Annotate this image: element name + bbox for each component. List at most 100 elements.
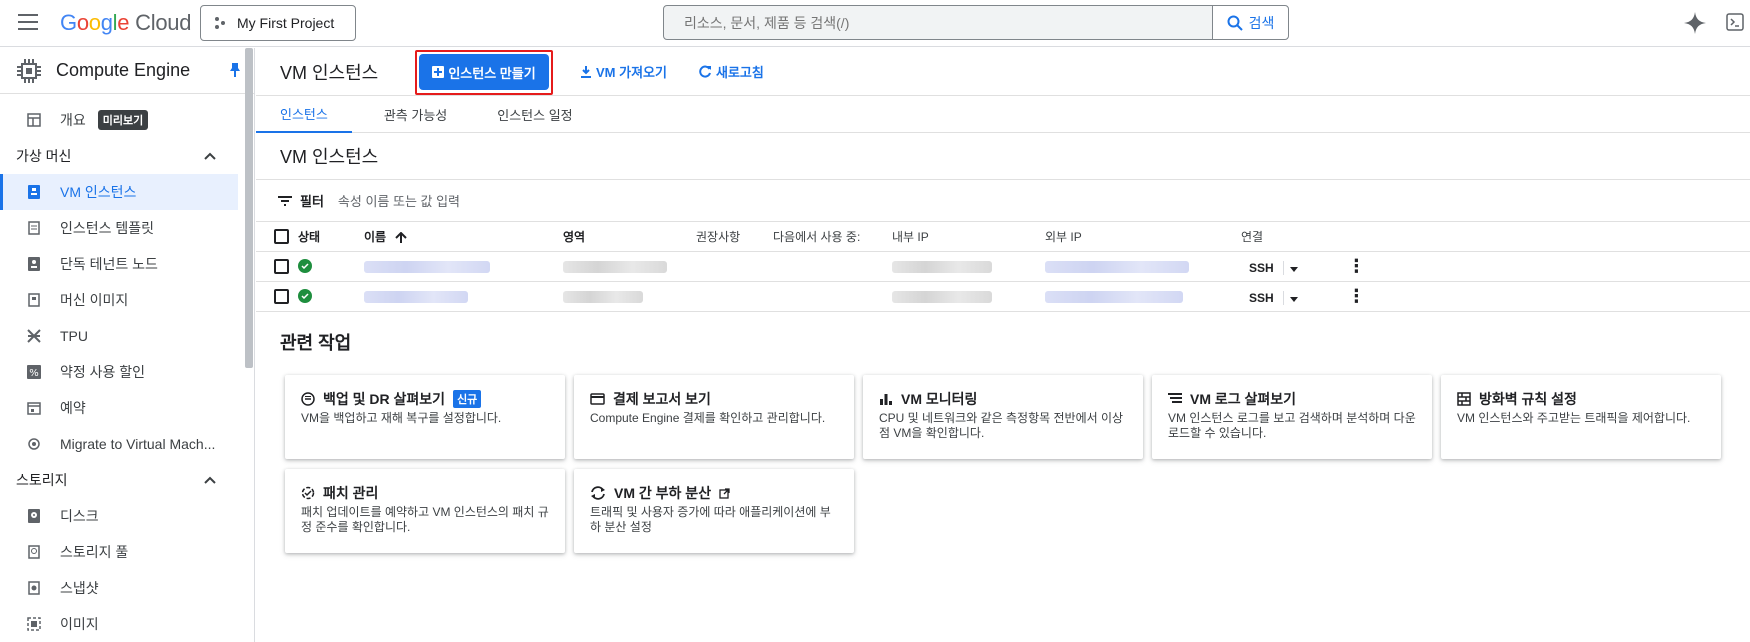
tab-observability[interactable]: 관측 가능성 bbox=[352, 96, 471, 133]
column-name[interactable]: 이름 bbox=[364, 222, 563, 252]
project-name: My First Project bbox=[237, 15, 335, 31]
column-connect[interactable]: 연결 bbox=[1241, 222, 1750, 252]
related-actions-title: 관련 작업 bbox=[280, 333, 352, 353]
project-selector[interactable]: My First Project bbox=[200, 5, 356, 41]
filter-label: 필터 bbox=[300, 194, 324, 209]
import-vm-button[interactable]: VM 가져오기 bbox=[580, 62, 667, 81]
sidebar-item-storage-pools[interactable]: 스토리지 풀 bbox=[0, 534, 238, 570]
filter-input[interactable]: 속성 이름 또는 값 입력 bbox=[338, 191, 460, 210]
sidebar-section-storage[interactable]: 스토리지 bbox=[0, 462, 238, 498]
dropdown-arrow-icon bbox=[1290, 296, 1299, 302]
sidebar-item-images[interactable]: 이미지 bbox=[0, 606, 238, 642]
more-actions-icon[interactable]: ⋮ bbox=[1347, 256, 1365, 276]
bar-chart-icon bbox=[880, 394, 892, 405]
search-input[interactable] bbox=[664, 6, 1212, 39]
tpu-icon bbox=[26, 328, 42, 344]
refresh-icon bbox=[699, 65, 711, 77]
sidebar-item-instance-templates[interactable]: 인스턴스 템플릿 bbox=[0, 210, 238, 246]
card-description: 패치 업데이트를 예약하고 VM 인스턴스의 패치 규정 준수를 확인합니다. bbox=[301, 505, 549, 534]
gemini-icon[interactable] bbox=[1683, 11, 1707, 35]
chevron-up-icon bbox=[204, 152, 216, 160]
column-in-use-by[interactable]: 다음에서 사용 중: bbox=[773, 222, 892, 252]
table-row: SSH ⋮ bbox=[256, 251, 1750, 282]
card-title: VM 간 부하 분산 bbox=[614, 485, 712, 501]
tab-instance-schedules[interactable]: 인스턴스 일정 bbox=[471, 96, 596, 133]
running-status-icon bbox=[298, 259, 312, 274]
sidebar-item-label: 이미지 bbox=[60, 616, 99, 632]
sidebar-item-label: 예약 bbox=[60, 400, 86, 416]
logs-icon bbox=[1168, 393, 1182, 403]
sidebar-item-tpu[interactable]: TPU bbox=[0, 318, 238, 354]
row-checkbox[interactable] bbox=[274, 258, 289, 274]
ssh-button[interactable]: SSH bbox=[1249, 291, 1274, 305]
external-ip-redacted[interactable] bbox=[1045, 290, 1183, 303]
row-checkbox[interactable] bbox=[274, 288, 289, 304]
sidebar-item-label: Migrate to Virtual Mach... bbox=[60, 436, 216, 452]
column-external-ip[interactable]: 외부 IP bbox=[1045, 222, 1241, 252]
sidebar-header: Compute Engine bbox=[0, 48, 254, 94]
column-recommendations[interactable]: 권장사항 bbox=[696, 222, 773, 252]
column-internal-ip[interactable]: 내부 IP bbox=[892, 222, 1045, 252]
import-vm-label: VM 가져오기 bbox=[596, 65, 667, 80]
card-load-balancing[interactable]: VM 간 부하 분산 트래픽 및 사용자 증가에 따라 애플리케이션에 부하 분… bbox=[574, 469, 854, 553]
card-billing-report[interactable]: 결제 보고서 보기 Compute Engine 결제를 확인하고 관리합니다. bbox=[574, 375, 854, 459]
google-cloud-logo[interactable]: Google Cloud bbox=[60, 10, 191, 36]
create-instance-button[interactable]: 인스턴스 만들기 bbox=[419, 54, 549, 90]
filter-bar[interactable]: 필터 속성 이름 또는 값 입력 bbox=[256, 180, 1750, 222]
filter-icon bbox=[278, 195, 292, 206]
tab-instances[interactable]: 인스턴스 bbox=[256, 96, 352, 133]
card-title: VM 로그 살펴보기 bbox=[1190, 391, 1297, 407]
external-ip-redacted[interactable] bbox=[1045, 260, 1189, 273]
create-instance-label: 인스턴스 만들기 bbox=[448, 65, 536, 81]
sidebar-item-label: 인스턴스 템플릿 bbox=[60, 220, 155, 236]
main-content: VM 인스턴스 인스턴스 만들기 VM 가져오기 새로고침 인스턴스 관측 가능… bbox=[256, 48, 1750, 642]
column-zone[interactable]: 영역 bbox=[563, 222, 696, 252]
cloud-shell-icon[interactable] bbox=[1726, 13, 1744, 31]
patch-icon bbox=[301, 486, 315, 500]
ssh-dropdown[interactable] bbox=[1283, 290, 1299, 305]
ssh-button[interactable]: SSH bbox=[1249, 261, 1274, 275]
pin-icon[interactable] bbox=[228, 62, 242, 78]
column-status[interactable]: 상태 bbox=[298, 222, 364, 252]
sidebar-item-snapshots[interactable]: 스냅샷 bbox=[0, 570, 238, 606]
open-in-new-icon bbox=[719, 487, 730, 499]
dashboard-icon bbox=[26, 112, 42, 128]
logo-google-text: Google bbox=[60, 10, 130, 35]
sidebar-section-vm[interactable]: 가상 머신 bbox=[0, 138, 238, 174]
internal-ip-redacted bbox=[892, 290, 992, 303]
card-backup-dr[interactable]: 백업 및 DR 살펴보기 신규 VM을 백업하고 재해 복구를 설정합니다. bbox=[285, 375, 565, 459]
sidebar-item-label: VM 인스턴스 bbox=[60, 184, 137, 200]
svg-text:%: % bbox=[29, 368, 39, 379]
sidebar: Compute Engine 개요 미리보기 가상 머신 VM 인스턴스 인스턴… bbox=[0, 48, 255, 642]
sidebar-scrollbar[interactable] bbox=[245, 48, 253, 368]
instance-name-redacted[interactable] bbox=[364, 290, 468, 303]
section-label: 스토리지 bbox=[16, 472, 68, 488]
sidebar-item-vm-instances[interactable]: VM 인스턴스 bbox=[0, 174, 238, 210]
instance-name-redacted[interactable] bbox=[364, 260, 490, 273]
search-button[interactable]: 검색 bbox=[1212, 6, 1288, 39]
machine-image-icon bbox=[26, 292, 42, 308]
sidebar-item-migrate[interactable]: Migrate to Virtual Mach... bbox=[0, 426, 238, 462]
menu-icon[interactable] bbox=[18, 14, 38, 30]
ssh-dropdown[interactable] bbox=[1283, 260, 1299, 275]
sidebar-item-sole-tenant-nodes[interactable]: 단독 테넌트 노드 bbox=[0, 246, 238, 282]
new-badge: 신규 bbox=[453, 390, 482, 408]
card-firewall-rules[interactable]: 방화벽 규칙 설정 VM 인스턴스와 주고받는 트래픽을 제어합니다. bbox=[1441, 375, 1721, 459]
sidebar-item-committed-use[interactable]: % 약정 사용 할인 bbox=[0, 354, 238, 390]
disk-icon bbox=[26, 508, 42, 524]
card-vm-logs[interactable]: VM 로그 살펴보기 VM 인스턴스 로그를 보고 검색하며 분석하며 다운로드… bbox=[1152, 375, 1432, 459]
sidebar-item-reservations[interactable]: 예약 bbox=[0, 390, 238, 426]
card-vm-monitoring[interactable]: VM 모니터링 CPU 및 네트워크와 같은 측정항목 전반에서 이상점 VM을… bbox=[863, 375, 1143, 459]
select-all-checkbox[interactable] bbox=[274, 228, 289, 244]
sidebar-item-machine-images[interactable]: 머신 이미지 bbox=[0, 282, 238, 318]
card-patch-management[interactable]: 패치 관리 패치 업데이트를 예약하고 VM 인스턴스의 패치 규정 준수를 확… bbox=[285, 469, 565, 553]
sidebar-item-overview[interactable]: 개요 미리보기 bbox=[0, 102, 238, 138]
vm-instance-icon bbox=[26, 184, 42, 200]
card-description: CPU 및 네트워크와 같은 측정항목 전반에서 이상점 VM을 확인합니다. bbox=[879, 411, 1124, 440]
sole-tenant-icon bbox=[26, 256, 42, 272]
sidebar-item-disks[interactable]: 디스크 bbox=[0, 498, 238, 534]
refresh-label: 새로고침 bbox=[716, 65, 764, 80]
more-actions-icon[interactable]: ⋮ bbox=[1347, 286, 1365, 306]
firewall-icon bbox=[1457, 392, 1471, 406]
refresh-button[interactable]: 새로고침 bbox=[698, 62, 764, 81]
